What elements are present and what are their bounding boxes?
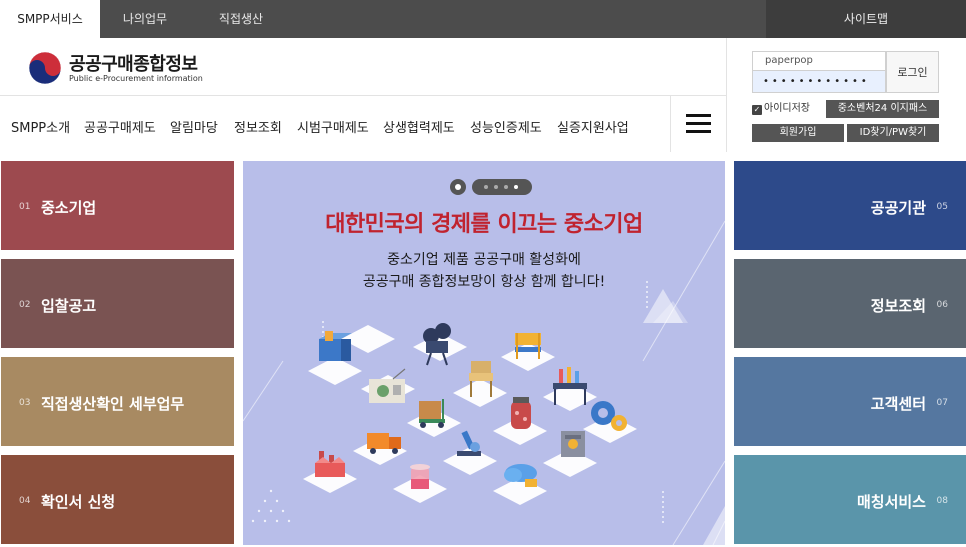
tile-number: 04 [19, 496, 31, 506]
logo-title: 공공구매종합정보 [69, 54, 198, 75]
nav-item-pilot-purchase[interactable]: 시범구매제도 [297, 117, 369, 136]
tile-label: 공공기관 [870, 199, 926, 217]
slide-controls[interactable] [450, 179, 532, 195]
tile-number: 03 [19, 398, 31, 408]
logo-subtitle: Public e-Procurement information [69, 74, 203, 83]
save-id-checkbox[interactable]: ✓ 아이디저장 [752, 99, 810, 115]
slide-dot-2[interactable] [494, 185, 498, 189]
join-button[interactable]: 회원가입 [752, 124, 844, 142]
tile-label: 고객센터 [870, 395, 926, 413]
checkbox-checked-icon[interactable]: ✓ [752, 105, 762, 115]
banner-headline: 대한민국의 경제를 이끄는 중소기업 [325, 212, 643, 237]
tile-info-search[interactable]: 정보조회 06 [734, 259, 966, 348]
sitemap-link[interactable]: 사이트맵 [766, 0, 966, 38]
login-button[interactable]: 로그인 [886, 51, 939, 93]
tile-label: 정보조회 [870, 297, 926, 315]
banner-text-line1: 중소기업 제품 공공구매 활성화에 [387, 252, 581, 268]
nav-item-demo-support[interactable]: 실증지원사업 [557, 117, 629, 136]
tab-direct-production[interactable]: 직접생산 [190, 0, 292, 38]
slide-pause-button[interactable] [450, 179, 466, 195]
tile-sme[interactable]: 01 중소기업 [1, 161, 234, 250]
nav-item-performance-cert[interactable]: 성능인증제도 [470, 117, 542, 136]
taegeuk-emblem-icon [28, 51, 62, 85]
nav-item-smpp-intro[interactable]: SMPP소개 [11, 117, 70, 136]
nav-item-public-procurement[interactable]: 공공구매제도 [84, 117, 156, 136]
password-input[interactable]: •••••••••••• [752, 71, 886, 93]
tile-matching-service[interactable]: 매칭서비스 08 [734, 455, 966, 544]
slide-dot-4[interactable] [514, 185, 518, 189]
venture24-easypass-button[interactable]: 중소벤처24 이지패스 [826, 100, 939, 118]
hamburger-menu-icon[interactable] [670, 96, 726, 152]
tile-number: 07 [936, 398, 948, 408]
slide-indicator[interactable] [472, 179, 532, 195]
nav-item-notice[interactable]: 알림마당 [170, 117, 218, 136]
tile-label: 입찰공고 [41, 297, 97, 315]
nav-item-info-search[interactable]: 정보조회 [234, 117, 282, 136]
tile-number: 01 [19, 202, 31, 212]
tile-label: 매칭서비스 [856, 493, 926, 511]
tile-bid-notice[interactable]: 02 입찰공고 [1, 259, 234, 348]
slide-dot-1[interactable] [484, 185, 488, 189]
main-banner[interactable]: 대한민국의 경제를 이끄는 중소기업 중소기업 제품 공공구매 활성화에 공공구… [243, 161, 725, 545]
tile-number: 05 [936, 202, 948, 212]
tab-my-work[interactable]: 나의업무 [100, 0, 190, 38]
main-navigation: SMPP소개 공공구매제도 알림마당 정보조회 시범구매제도 상생협력제도 성능… [0, 95, 726, 152]
user-id-input[interactable]: paperpop [752, 51, 886, 71]
tile-public-institution[interactable]: 공공기관 05 [734, 161, 966, 250]
site-logo[interactable]: 공공구매종합정보 Public e-Procurement informatio… [28, 49, 228, 89]
slide-dot-3[interactable] [504, 185, 508, 189]
tile-label: 확인서 신청 [41, 493, 116, 511]
login-box: paperpop •••••••••••• 로그인 ✓ 아이디저장 중소벤처24 … [727, 38, 966, 152]
tile-customer-center[interactable]: 고객센터 07 [734, 357, 966, 446]
tile-number: 02 [19, 300, 31, 310]
tile-certificate-request[interactable]: 04 확인서 신청 [1, 455, 234, 544]
tile-label: 중소기업 [41, 199, 97, 217]
tile-direct-production-check[interactable]: 03 직접생산확인 세부업무 [1, 357, 234, 446]
banner-text-line2: 공공구매 종합정보망이 항상 함께 합니다! [362, 274, 606, 290]
find-id-pw-button[interactable]: ID찾기/PW찾기 [847, 124, 939, 142]
tile-label: 직접생산확인 세부업무 [41, 395, 185, 413]
tab-smpp-service[interactable]: SMPP서비스 [0, 0, 100, 38]
tile-number: 06 [936, 300, 948, 310]
save-id-label: 아이디저장 [764, 103, 810, 114]
nav-item-win-win[interactable]: 상생협력제도 [383, 117, 455, 136]
tile-number: 08 [936, 496, 948, 506]
top-utility-bar: SMPP서비스 나의업무 직접생산 사이트맵 [0, 0, 966, 38]
